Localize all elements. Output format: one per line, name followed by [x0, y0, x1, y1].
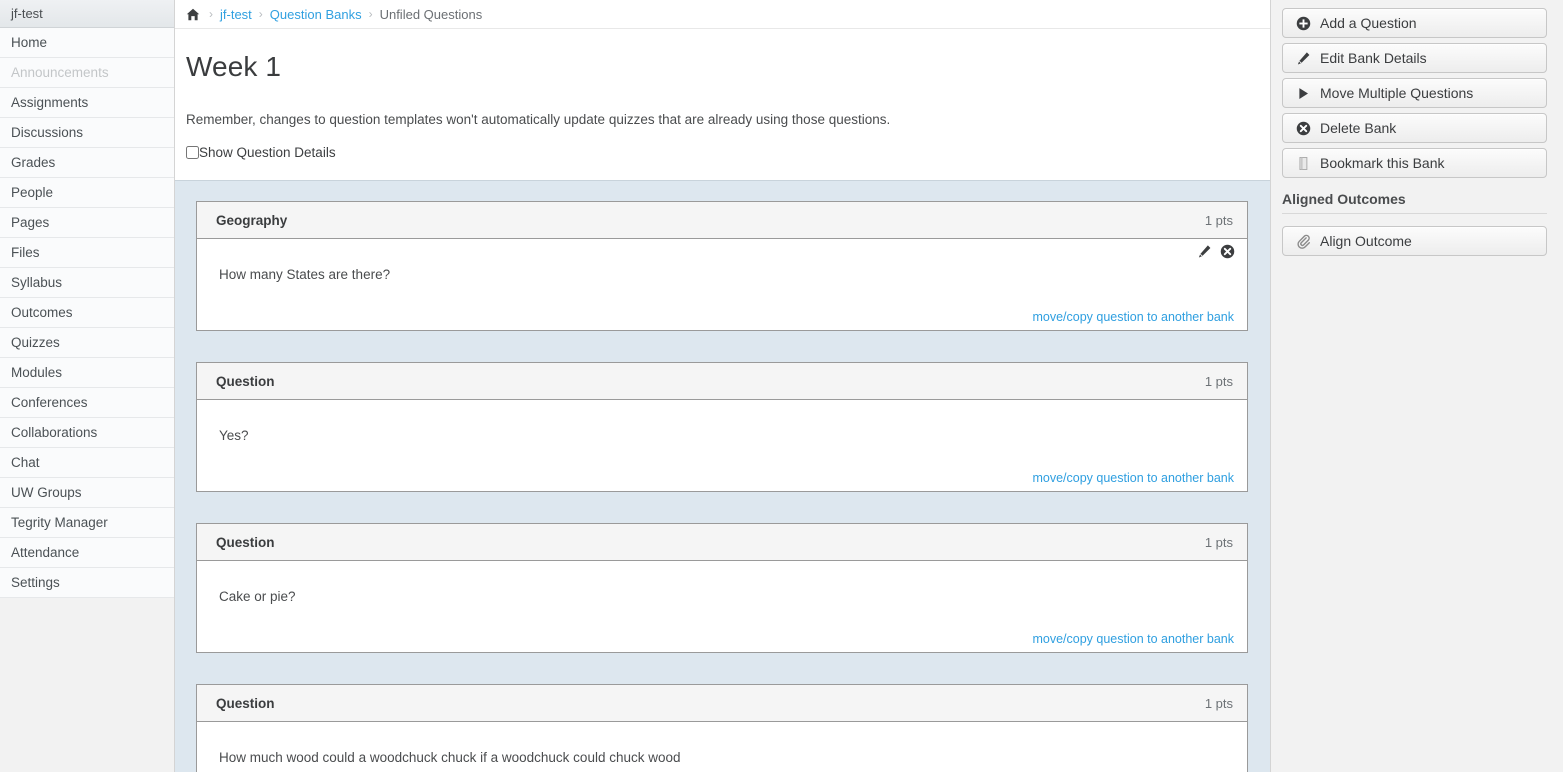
question-card-header: Geography 1 pts [197, 202, 1247, 239]
course-nav-header[interactable]: jf-test [0, 0, 174, 28]
bank-actions: Add a Question Edit Bank Details Move Mult… [1282, 8, 1547, 178]
reminder-text: Remember, changes to question templates … [186, 112, 891, 127]
plus-circle-icon [1296, 16, 1311, 31]
align-outcome-label: Align Outcome [1320, 233, 1412, 249]
question-card-header: Question 1 pts [197, 524, 1247, 561]
page-root: jf-test Home Announcements Assignments Disc… [0, 0, 1563, 772]
move-copy-question-link[interactable]: move/copy question to another bank [1032, 471, 1234, 485]
delete-question-icon[interactable] [1220, 244, 1235, 259]
question-body: Cake or pie? move/copy question to anothe… [197, 561, 1247, 652]
question-card: Geography 1 pts How many States are there?… [196, 201, 1248, 331]
breadcrumb-item-question-banks[interactable]: Question Banks [270, 7, 362, 22]
align-outcome-button[interactable]: Align Outcome [1282, 226, 1547, 256]
sidebar-item-modules[interactable]: Modules [0, 358, 174, 388]
sidebar-item-home[interactable]: Home [0, 28, 174, 58]
main-content: › jf-test › Question Banks › Unfiled Question… [175, 0, 1271, 772]
sidebar-item-outcomes[interactable]: Outcomes [0, 298, 174, 328]
breadcrumb: › jf-test › Question Banks › Unfiled Question… [175, 0, 1270, 29]
question-points: 1 pts [1204, 695, 1233, 711]
home-icon[interactable] [186, 8, 200, 21]
align-outcome-section: Align Outcome [1282, 226, 1547, 256]
sidebar-item-grades[interactable]: Grades [0, 148, 174, 178]
sidebar-item-discussions[interactable]: Discussions [0, 118, 174, 148]
question-name: Question [216, 534, 275, 550]
bookmark-this-bank-button[interactable]: Bookmark this Bank [1282, 148, 1547, 178]
sidebar-item-syllabus[interactable]: Syllabus [0, 268, 174, 298]
question-body: How many States are there? move/copy ques… [197, 239, 1247, 330]
question-card: Question 1 pts Yes? move/copy question to a… [196, 362, 1248, 492]
question-body: How much wood could a woodchuck chuck if… [197, 722, 1247, 772]
page-title: Week 1 [186, 51, 282, 82]
page-header: Week 1 Remember, changes to question tem… [175, 29, 1270, 160]
question-card-header: Question 1 pts [197, 685, 1247, 722]
sidebar-item-uw-groups[interactable]: UW Groups [0, 478, 174, 508]
sidebar-item-people[interactable]: People [0, 178, 174, 208]
question-card: Question 1 pts Cake or pie? move/copy quest… [196, 523, 1248, 653]
sidebar-item-pages[interactable]: Pages [0, 208, 174, 238]
show-question-details-toggle[interactable]: Show Question Details [186, 127, 1259, 160]
edit-question-icon[interactable] [1197, 244, 1212, 259]
delete-bank-button[interactable]: Delete Bank [1282, 113, 1547, 143]
button-label: Delete Bank [1320, 120, 1397, 136]
move-copy-question-link[interactable]: move/copy question to another bank [1032, 632, 1234, 646]
sidebar-item-chat[interactable]: Chat [0, 448, 174, 478]
question-points: 1 pts [1204, 212, 1233, 228]
sidebar-item-settings[interactable]: Settings [0, 568, 174, 598]
breadcrumb-separator: › [209, 7, 213, 21]
question-text: Cake or pie? [219, 589, 296, 604]
course-nav-list: jf-test Home Announcements Assignments Disc… [0, 0, 174, 598]
question-text: How many States are there? [219, 267, 391, 282]
sidebar-item-collaborations[interactable]: Collaborations [0, 418, 174, 448]
question-actions [1197, 244, 1235, 259]
course-navigation: jf-test Home Announcements Assignments Disc… [0, 0, 175, 772]
breadcrumb-separator: › [368, 7, 373, 21]
play-triangle-icon [1296, 86, 1311, 101]
question-card: Question 1 pts How much wood could a woodc… [196, 684, 1248, 772]
sidebar-item-attendance[interactable]: Attendance [0, 538, 174, 568]
add-a-question-button[interactable]: Add a Question [1282, 8, 1547, 38]
edit-bank-details-button[interactable]: Edit Bank Details [1282, 43, 1547, 73]
question-points: 1 pts [1204, 534, 1233, 550]
question-body: Yes? move/copy question to another bank [197, 400, 1247, 491]
move-copy-question-link[interactable]: move/copy question to another bank [1032, 310, 1234, 324]
move-multiple-questions-button[interactable]: Move Multiple Questions [1282, 78, 1547, 108]
show-question-details-label: Show Question Details [199, 145, 336, 160]
breadcrumb-separator: › [258, 7, 263, 21]
button-label: Edit Bank Details [1320, 50, 1427, 66]
right-sidebar: Add a Question Edit Bank Details Move Mult… [1271, 0, 1563, 772]
question-text: Yes? [219, 428, 249, 443]
pencil-icon [1296, 51, 1311, 66]
button-label: Bookmark this Bank [1320, 155, 1445, 171]
breadcrumb-item-jf-test[interactable]: jf-test [220, 7, 252, 22]
question-text: How much wood could a woodchuck chuck if… [219, 750, 681, 765]
sidebar-item-assignments[interactable]: Assignments [0, 88, 174, 118]
show-question-details-checkbox[interactable] [186, 146, 199, 159]
aligned-outcomes-heading: Aligned Outcomes [1282, 191, 1547, 214]
sidebar-item-announcements[interactable]: Announcements [0, 58, 174, 88]
button-label: Add a Question [1320, 15, 1417, 31]
question-name: Question [216, 373, 275, 389]
question-name: Question [216, 695, 275, 711]
sidebar-item-tegrity-manager[interactable]: Tegrity Manager [0, 508, 174, 538]
paperclip-icon [1296, 234, 1311, 249]
breadcrumb-item-unfiled-questions: Unfiled Questions [379, 6, 483, 22]
button-label: Move Multiple Questions [1320, 85, 1474, 101]
bookmark-icon [1296, 156, 1311, 171]
delete-circle-icon [1296, 121, 1311, 136]
question-card-header: Question 1 pts [197, 363, 1247, 400]
question-name: Geography [216, 212, 288, 228]
question-points: 1 pts [1204, 373, 1233, 389]
sidebar-item-conferences[interactable]: Conferences [0, 388, 174, 418]
questions-list: Geography 1 pts How many States are there?… [175, 180, 1270, 772]
sidebar-item-quizzes[interactable]: Quizzes [0, 328, 174, 358]
sidebar-item-files[interactable]: Files [0, 238, 174, 268]
